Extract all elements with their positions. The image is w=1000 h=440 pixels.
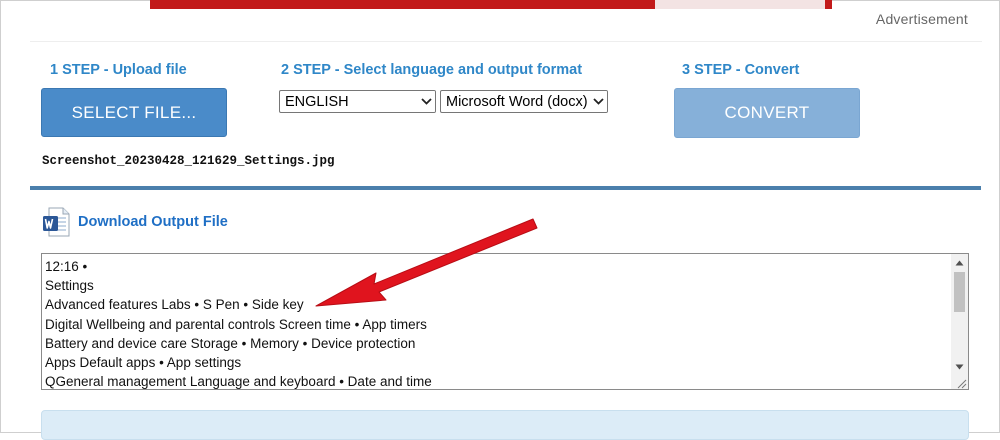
language-select-value: ENGLISH <box>285 93 349 110</box>
scroll-up-icon[interactable] <box>951 254 968 271</box>
chevron-down-icon <box>589 91 607 112</box>
resize-grip-icon[interactable] <box>955 376 967 389</box>
download-output-link[interactable]: Download Output File <box>78 214 228 230</box>
advertisement-label: Advertisement <box>875 11 968 27</box>
step1-heading: 1 STEP - Upload file <box>50 62 187 78</box>
download-row[interactable]: Download Output File <box>42 207 228 237</box>
output-line: Settings <box>45 278 94 294</box>
ad-banner-image <box>655 0 825 9</box>
output-line: Digital Wellbeing and parental controls … <box>45 316 427 332</box>
output-line: 12:16 • <box>45 259 88 274</box>
select-file-button[interactable]: SELECT FILE... <box>41 88 227 137</box>
top-separator <box>30 41 982 42</box>
chevron-down-icon <box>417 91 435 112</box>
info-panel <box>41 410 969 440</box>
output-text: 12:16 • Settings Advanced features Labs … <box>45 257 950 390</box>
output-textarea[interactable]: 12:16 • Settings Advanced features Labs … <box>41 253 969 390</box>
convert-button[interactable]: CONVERT <box>674 88 860 138</box>
output-format-select-value: Microsoft Word (docx) <box>446 93 588 110</box>
word-doc-icon[interactable] <box>42 207 70 237</box>
output-line: Advanced features Labs • S Pen • Side ke… <box>45 297 304 313</box>
output-line: QGeneral management Language and keyboar… <box>45 374 432 390</box>
output-scrollbar[interactable] <box>951 254 968 389</box>
scroll-down-icon[interactable] <box>951 358 968 375</box>
output-line: Battery and device care Storage • Memory… <box>45 335 416 351</box>
scroll-thumb[interactable] <box>954 272 965 312</box>
output-format-select[interactable]: Microsoft Word (docx) <box>440 90 608 113</box>
output-line: Apps Default apps • App settings <box>45 355 242 371</box>
uploaded-filename: Screenshot_20230428_121629_Settings.jpg <box>42 154 335 168</box>
language-select[interactable]: ENGLISH <box>279 90 436 113</box>
convert-button-label: CONVERT <box>724 103 810 122</box>
section-divider <box>30 186 981 190</box>
step3-heading: 3 STEP - Convert <box>682 62 800 78</box>
step2-heading: 2 STEP - Select language and output form… <box>281 62 583 78</box>
ad-banner[interactable] <box>150 0 832 9</box>
select-file-button-label: SELECT FILE... <box>71 102 197 122</box>
